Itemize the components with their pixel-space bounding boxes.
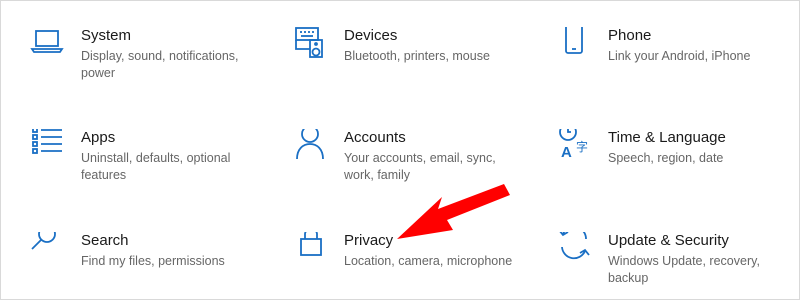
tile-title: Privacy <box>344 232 394 249</box>
svg-text:A: A <box>561 144 572 161</box>
tile-description: Your accounts, email, sync, work, family <box>344 151 496 182</box>
tile-description: Bluetooth, printers, mouse <box>344 49 490 63</box>
tile-title: Devices <box>344 27 398 44</box>
sync-icon <box>556 232 596 272</box>
tile-title: System <box>81 27 132 44</box>
tile-title: Accounts <box>344 129 406 146</box>
tile-title: Apps <box>81 129 116 146</box>
settings-tile-apps[interactable]: Apps Uninstall, defaults, optional featu… <box>29 129 265 203</box>
tile-description: Find my files, permissions <box>81 254 225 268</box>
tile-description: Windows Update, recovery, backup <box>608 254 760 285</box>
tile-title: Time & Language <box>608 129 726 146</box>
settings-tile-time-language[interactable]: A 字 Time & Language Speech, region, date <box>556 129 792 203</box>
tile-title: Search <box>81 232 129 249</box>
tile-description: Location, camera, microphone <box>344 254 513 268</box>
tile-title: Phone <box>608 27 652 44</box>
tile-description: Display, sound, notifications, power <box>81 49 239 80</box>
settings-tile-search[interactable]: Search Find my files, permissions <box>29 232 265 299</box>
lock-icon <box>292 232 332 272</box>
tile-title: Update & Security <box>608 232 729 249</box>
phone-icon <box>556 27 596 67</box>
apps-list-icon <box>29 129 69 169</box>
tile-description: Uninstall, defaults, optional features <box>81 151 231 182</box>
search-icon <box>29 232 69 272</box>
settings-tile-devices[interactable]: Devices Bluetooth, printers, mouse <box>292 27 528 101</box>
settings-tile-system[interactable]: System Display, sound, notifications, po… <box>29 27 265 101</box>
devices-icon <box>292 27 332 67</box>
settings-tile-accounts[interactable]: Accounts Your accounts, email, sync, wor… <box>292 129 528 203</box>
laptop-icon <box>29 27 69 67</box>
tile-description: Link your Android, iPhone <box>608 49 751 63</box>
tile-description: Speech, region, date <box>608 151 724 165</box>
time-language-icon: A 字 <box>556 129 596 169</box>
svg-text:字: 字 <box>576 139 588 154</box>
person-icon <box>292 129 332 169</box>
settings-home-panel: System Display, sound, notifications, po… <box>0 0 800 300</box>
settings-tile-privacy[interactable]: Privacy Location, camera, microphone <box>292 232 528 299</box>
settings-tile-update-security[interactable]: Update & Security Windows Update, recove… <box>556 232 792 299</box>
settings-tile-phone[interactable]: Phone Link your Android, iPhone <box>556 27 792 101</box>
